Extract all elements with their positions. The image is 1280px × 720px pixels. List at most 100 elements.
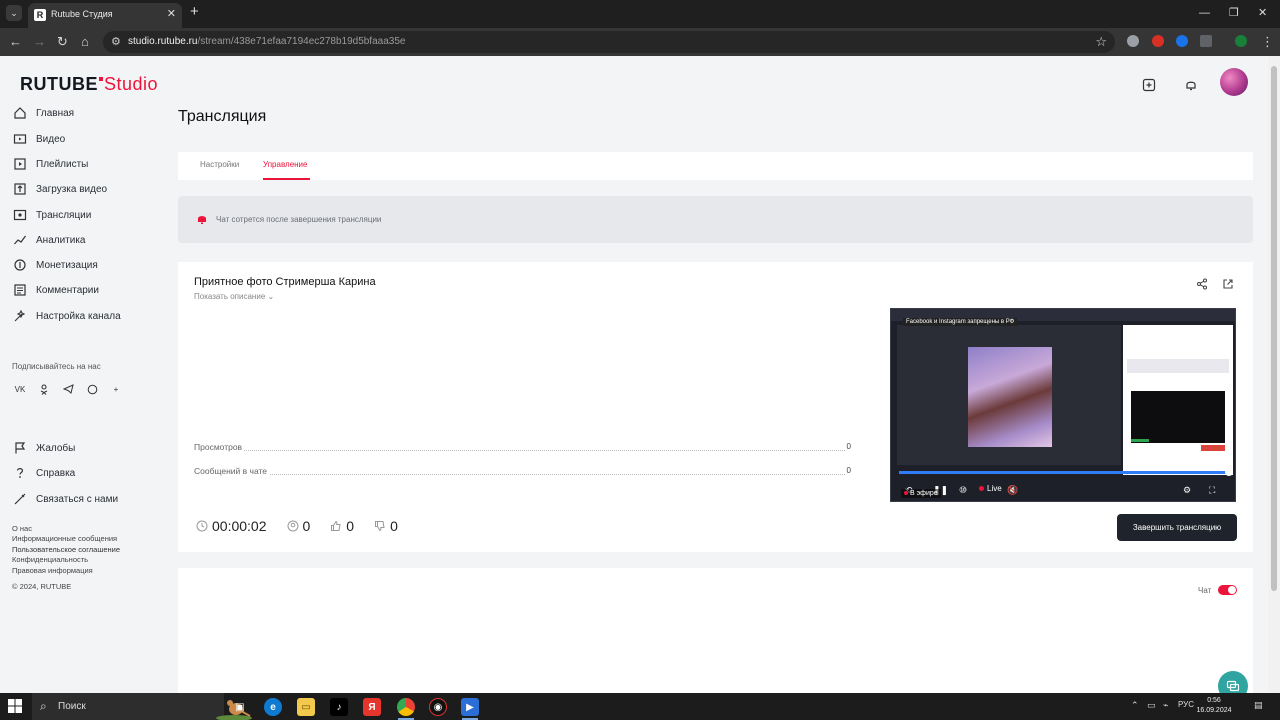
sidebar-item-label: Плейлисты	[36, 158, 89, 170]
analytics-icon	[12, 232, 28, 248]
live-indicator[interactable]: Live	[979, 484, 1002, 493]
sidebar-item-contact[interactable]: Связаться с нами	[12, 489, 118, 509]
chrome-icon[interactable]	[397, 698, 415, 716]
tab-management[interactable]: Управление	[263, 160, 307, 169]
sidebar-item-complaints[interactable]: Жалобы	[12, 438, 75, 458]
stream-preview-player[interactable]: Facebook и Instagram запрещены в РФ ⟲ ❚❚…	[890, 308, 1236, 502]
bookmark-star-icon[interactable]: ☆	[1095, 34, 1107, 50]
sidebar-item-comments[interactable]: Комментарии	[12, 280, 99, 300]
rutube-studio-logo[interactable]: RUTUBE Studio	[20, 74, 158, 95]
windows-start-icon[interactable]	[8, 699, 22, 713]
duration-value: 00:00:02	[212, 518, 267, 534]
task-view-icon[interactable]: ▣	[231, 698, 249, 716]
address-bar[interactable]: ⚙ studio.rutube.ru/stream/438e71efaa7194…	[103, 31, 1115, 53]
scrollbar-thumb[interactable]	[1271, 66, 1277, 591]
telegram-icon[interactable]	[60, 382, 76, 396]
sidebar-item-playlists[interactable]: Плейлисты	[12, 154, 88, 174]
footer-link-legal[interactable]: Правовая информация	[12, 566, 93, 575]
close-window-icon[interactable]: ✕	[1258, 6, 1267, 20]
maximize-icon[interactable]: ❐	[1229, 6, 1239, 20]
share-icon[interactable]	[1196, 277, 1208, 295]
media-player-icon[interactable]: ▶	[461, 698, 479, 716]
user-avatar[interactable]	[1220, 68, 1248, 96]
sidebar-item-upload[interactable]: Загрузка видео	[12, 179, 107, 199]
search-placeholder: Поиск	[58, 701, 86, 712]
chat-card: Чат	[178, 568, 1253, 693]
tiktok-icon[interactable]: ♪	[330, 698, 348, 716]
footer-link-info-messages[interactable]: Информационные сообщения	[12, 534, 117, 543]
sidebar-item-analytics[interactable]: Аналитика	[12, 230, 86, 250]
sidebar-item-label: Жалобы	[36, 442, 76, 454]
end-stream-button[interactable]: Завершить трансляцию	[1117, 514, 1237, 541]
stat-value: 0	[844, 442, 851, 451]
chat-bubble-icon	[1226, 680, 1240, 692]
open-external-icon[interactable]	[1222, 277, 1234, 295]
metric-viewers: 0	[287, 518, 310, 534]
forward-icon[interactable]: →	[33, 34, 46, 50]
notifications-bell-icon[interactable]	[1179, 73, 1203, 97]
chat-toggle[interactable]	[1218, 585, 1237, 595]
taskbar-search[interactable]: ⌕ Поиск	[32, 693, 252, 720]
notifications-icon[interactable]: ▤	[1254, 700, 1263, 711]
close-tab-icon[interactable]: ✕	[167, 7, 176, 20]
player-progress-bar[interactable]	[899, 471, 1229, 474]
vk-icon[interactable]: VK	[12, 382, 28, 396]
footer-link-user-agreement[interactable]: Пользовательское соглашение	[12, 545, 120, 554]
footer-link-about[interactable]: О нас	[12, 524, 32, 533]
yandex-browser-icon[interactable]: Я	[363, 698, 381, 716]
channel-settings-icon	[12, 308, 28, 324]
obs-icon[interactable]: ◉	[429, 698, 447, 716]
tab-search-button[interactable]: ⌄	[6, 5, 22, 21]
page-scrollbar[interactable]	[1268, 56, 1280, 693]
support-chat-button[interactable]	[1218, 671, 1248, 693]
player-settings-icon[interactable]: ⚙	[1183, 485, 1191, 496]
more-icon[interactable]: +	[108, 382, 124, 396]
back-icon[interactable]: ←	[9, 34, 22, 50]
extension-blue-icon[interactable]	[1176, 35, 1188, 47]
minimize-icon[interactable]: —	[1199, 6, 1210, 20]
upload-icon	[12, 181, 28, 197]
metric-duration: 00:00:02	[196, 518, 267, 534]
chat-label: Чат	[1198, 586, 1212, 595]
extension-adblock-icon[interactable]	[1152, 35, 1164, 47]
fullscreen-icon[interactable]: ⛶	[1209, 485, 1215, 496]
dislikes-value: 0	[390, 518, 398, 534]
sidebar-item-help[interactable]: Справка	[12, 463, 75, 483]
taskbar-clock[interactable]: 0:56 16.09.2024	[1196, 696, 1232, 716]
tab-settings[interactable]: Настройки	[200, 160, 239, 169]
mute-icon[interactable]: 🔇	[1007, 485, 1018, 496]
sidebar-item-channel-settings[interactable]: Настройка канала	[12, 306, 121, 326]
footer-link-privacy[interactable]: Конфиденциальность	[12, 555, 88, 564]
extensions-puzzle-icon[interactable]	[1200, 35, 1212, 47]
sidebar-item-video[interactable]: Видео	[12, 129, 65, 149]
edge-icon[interactable]: e	[264, 698, 282, 716]
sidebar-item-monetization[interactable]: Монетизация	[12, 255, 98, 275]
copyright: © 2024, RUTUBE	[12, 582, 72, 591]
extension-globe-icon[interactable]	[1127, 35, 1139, 47]
preview-banner: Facebook и Instagram запрещены в РФ	[903, 318, 1018, 326]
upload-header-icon[interactable]	[1137, 73, 1161, 97]
reload-icon[interactable]: ↻	[57, 34, 68, 50]
chat-notice: Чат сотрется после завершения трансляции	[178, 196, 1253, 243]
profile-icon[interactable]	[1235, 35, 1247, 47]
ok-icon[interactable]	[36, 382, 52, 396]
viber-icon[interactable]	[84, 382, 100, 396]
browser-menu-icon[interactable]: ⋮	[1261, 34, 1274, 50]
home-browser-icon[interactable]: ⌂	[81, 34, 89, 50]
browser-tab[interactable]: R Rutube Студия ✕	[28, 3, 182, 28]
show-description-toggle[interactable]: Показать описание ⌄	[194, 292, 274, 301]
tray-network-icon[interactable]: ⌁	[1163, 700, 1168, 711]
site-info-icon[interactable]: ⚙	[111, 35, 121, 48]
sidebar-item-home[interactable]: Главная	[12, 103, 74, 123]
on-air-badge: В эфире	[901, 489, 941, 498]
stat-views: Просмотров 0	[194, 442, 851, 454]
file-explorer-icon[interactable]: ▭	[297, 698, 315, 716]
new-tab-icon[interactable]: +	[190, 4, 199, 20]
thumbs-down-icon	[374, 520, 386, 532]
tray-laptop-icon[interactable]: ▭	[1147, 700, 1156, 711]
sidebar-item-broadcasts[interactable]: Трансляции	[12, 205, 91, 225]
language-indicator[interactable]: РУС	[1178, 700, 1194, 709]
player-rewind-10-icon[interactable]: ⑩	[959, 485, 967, 496]
tray-expand-icon[interactable]: ⌃	[1131, 700, 1139, 711]
player-progress-knob[interactable]	[1225, 468, 1233, 476]
